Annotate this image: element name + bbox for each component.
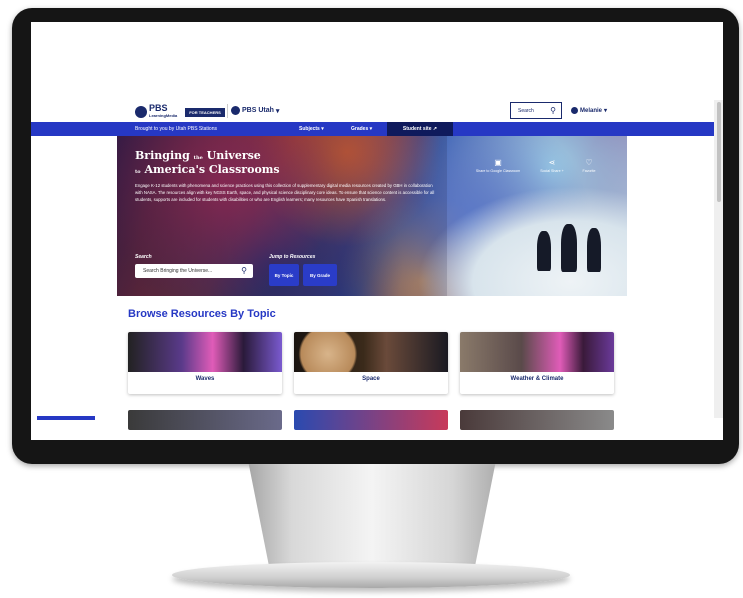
hero-search-input[interactable]: Search Bringing the Universe... ⚲	[135, 264, 253, 278]
station-logo-icon	[231, 106, 240, 115]
student-site-label: Student site	[402, 126, 432, 132]
hero-title-word: the	[193, 155, 203, 161]
card-label: Weather & Climate	[510, 376, 564, 382]
pbs-logo-icon	[135, 106, 147, 118]
browse-title: Browse Resources By Topic	[128, 308, 276, 320]
left-edge-accent	[37, 416, 95, 420]
logo-subtext: LearningMedia	[149, 113, 178, 118]
brought-by-text: Brought to you by Utah PBS Stations	[135, 126, 217, 132]
station-name: PBS Utah	[242, 107, 274, 114]
header-divider	[227, 104, 228, 118]
for-teachers-badge: FOR TEACHERS	[185, 107, 225, 117]
social-share-button[interactable]: ⋖ Social Share +	[535, 158, 569, 173]
topic-card-space[interactable]: Space	[294, 332, 448, 394]
search-icon: ⚲	[550, 106, 556, 115]
grades-label: Grades	[351, 126, 369, 132]
hero-title-word: Bringing	[135, 149, 190, 162]
monitor-base	[172, 562, 570, 588]
by-grade-button[interactable]: By Grade	[303, 264, 337, 286]
card-image	[128, 332, 282, 372]
chevron-down-icon: ▾	[273, 107, 280, 115]
explorer-silhouette	[587, 228, 601, 272]
topic-card-partial[interactable]	[128, 410, 282, 430]
card-label: Space	[362, 376, 380, 382]
subjects-label: Subjects	[299, 126, 320, 132]
hero-title-word: America's Classrooms	[144, 163, 280, 176]
google-classroom-button[interactable]: ▣ Share to Google Classroom	[467, 158, 529, 173]
logo-text-group: PBS LearningMedia	[149, 104, 177, 120]
hero-title-word: to	[135, 169, 141, 175]
top-bar: PBS LearningMedia FOR TEACHERS PBS Utah …	[31, 100, 714, 122]
topic-card-partial[interactable]	[294, 410, 448, 430]
by-topic-button[interactable]: By Topic	[269, 264, 299, 286]
explorer-silhouette	[561, 224, 577, 272]
share-icon: ⋖	[548, 158, 556, 167]
monitor-screen: PBS LearningMedia FOR TEACHERS PBS Utah …	[31, 22, 723, 440]
card-image	[294, 332, 448, 372]
monitor-stand	[248, 464, 496, 572]
user-avatar-icon	[571, 107, 578, 114]
hero-title-word: Universe	[206, 149, 261, 162]
chevron-down-icon: ▾	[604, 108, 608, 114]
topic-card-waves[interactable]: Waves	[128, 332, 282, 394]
header-search-button[interactable]: Search ⚲	[510, 102, 562, 119]
scrollbar-thumb[interactable]	[717, 102, 721, 202]
hero-title: Bringing the Universe to America's Class…	[135, 150, 280, 178]
jump-label: Jump to Resources	[269, 254, 316, 260]
favorite-label: Favorite	[582, 169, 596, 173]
google-classroom-label: Share to Google Classroom	[475, 169, 521, 173]
hero-banner: Bringing the Universe to America's Class…	[117, 136, 627, 296]
explorer-silhouette	[537, 231, 551, 271]
hero-search-placeholder: Search Bringing the Universe...	[143, 268, 213, 274]
social-share-label: Social Share +	[540, 169, 564, 173]
topic-card-partial[interactable]	[460, 410, 614, 430]
subjects-menu[interactable]: Subjects ▾	[299, 126, 324, 132]
nav-bar: Brought to you by Utah PBS Stations Subj…	[31, 122, 714, 136]
station-selector[interactable]: PBS Utah ▾	[231, 106, 279, 115]
search-icon[interactable]: ⚲	[241, 266, 247, 275]
user-menu[interactable]: Melanie ▾	[571, 107, 607, 114]
user-name: Melanie	[580, 107, 603, 114]
external-link-icon: ↗	[432, 126, 438, 132]
card-image	[460, 332, 614, 372]
favorite-button[interactable]: ♡ Favorite	[575, 158, 603, 173]
web-page: PBS LearningMedia FOR TEACHERS PBS Utah …	[31, 100, 723, 440]
topic-card-weather[interactable]: Weather & Climate	[460, 332, 614, 394]
heart-icon: ♡	[585, 158, 593, 167]
header-search-label: Search	[518, 107, 534, 114]
card-label: Waves	[195, 376, 215, 382]
hero-search-label: Search	[135, 254, 152, 260]
student-site-link[interactable]: Student site ↗	[387, 122, 453, 136]
hero-description: Engage K-12 students with phenomena and …	[135, 183, 435, 202]
pbs-logo[interactable]: PBS LearningMedia FOR TEACHERS	[135, 104, 225, 120]
grades-menu[interactable]: Grades ▾	[351, 126, 372, 132]
google-classroom-icon: ▣	[494, 158, 502, 167]
